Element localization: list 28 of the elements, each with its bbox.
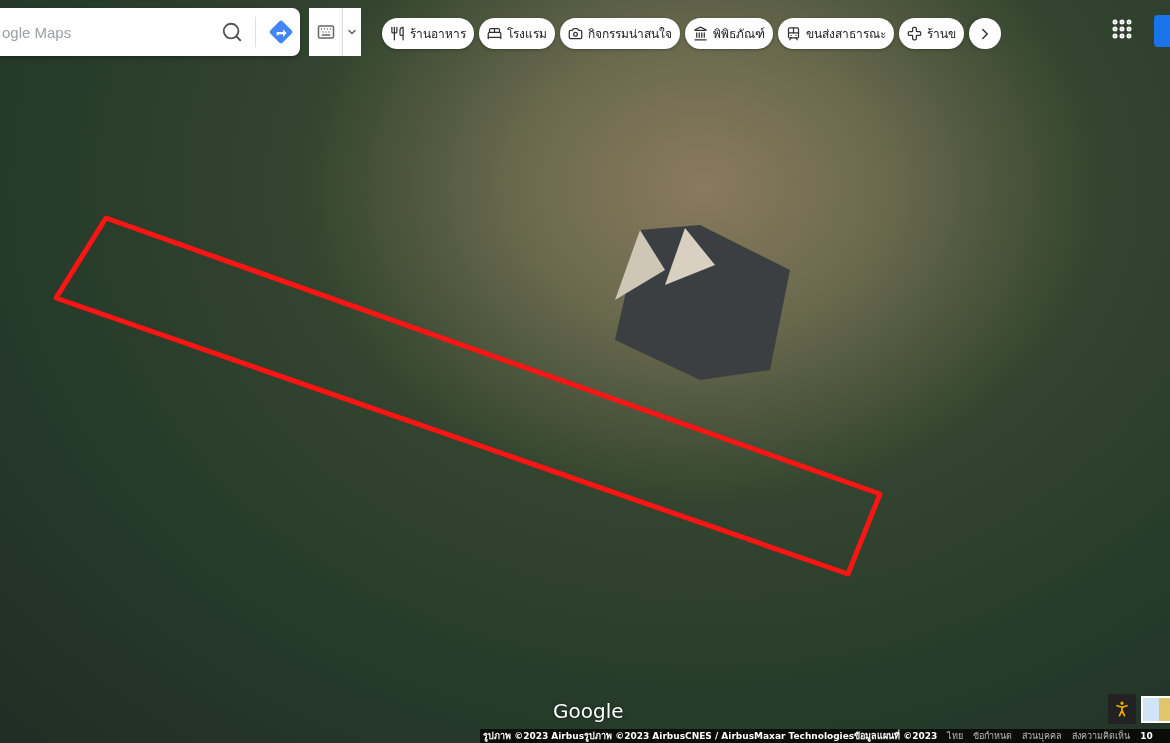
search-bar[interactable]: ogle Maps bbox=[0, 8, 300, 56]
keyboard-icon bbox=[316, 23, 335, 41]
category-chip[interactable]: กิจกรรมน่าสนใจ bbox=[560, 18, 680, 49]
footer-link[interactable]: ไทย bbox=[947, 729, 964, 743]
category-chip[interactable]: พิพิธภัณฑ์ bbox=[685, 18, 773, 49]
next-button[interactable] bbox=[969, 18, 1001, 49]
scale-text: 10 bbox=[1140, 731, 1153, 741]
category-chip[interactable]: ขนส่งสาธารณะ bbox=[778, 18, 894, 49]
cross-icon bbox=[907, 26, 922, 41]
footer-link[interactable]: ส่งความคิดเห็น bbox=[1072, 729, 1131, 743]
fork-knife-icon bbox=[390, 26, 405, 41]
attribution-text: ข้อมูลแผนที่ ©2023 bbox=[854, 729, 938, 743]
tram-icon bbox=[786, 26, 801, 41]
google-logo: Google bbox=[553, 699, 624, 723]
bed-icon bbox=[487, 26, 502, 41]
layers-thumbnail[interactable] bbox=[1141, 696, 1170, 723]
camera-icon bbox=[568, 26, 583, 41]
footer-link[interactable]: ข้อกำหนด bbox=[973, 729, 1013, 743]
museum-icon bbox=[693, 26, 708, 41]
pegman-button[interactable] bbox=[1108, 694, 1136, 724]
apps-button[interactable] bbox=[1110, 17, 1134, 41]
category-chip[interactable]: ร้านอาหาร bbox=[382, 18, 474, 49]
category-chip[interactable]: โรงแรม bbox=[479, 18, 555, 49]
footer-link[interactable]: ส่วนบุคคล bbox=[1022, 729, 1063, 743]
attribution-text: รูปภาพ ©2023 Airbus bbox=[483, 730, 584, 743]
search-icon bbox=[221, 21, 243, 43]
apps-grid-icon bbox=[1110, 17, 1134, 41]
category-chip[interactable]: ร้านข bbox=[899, 18, 964, 49]
